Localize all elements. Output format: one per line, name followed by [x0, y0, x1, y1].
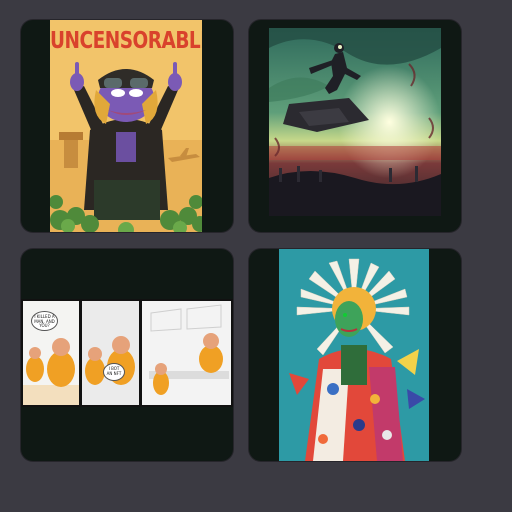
- speech-bubble-1: I KILLED A MAN, AND YOU?: [31, 311, 58, 331]
- nft-card-1[interactable]: UNCENSORABLE: [21, 20, 233, 232]
- flower-head-figure-painting-image: [279, 249, 429, 461]
- poster-title: UNCENSORABLE: [50, 28, 202, 55]
- nft-card-4[interactable]: [249, 249, 461, 461]
- nft-card-2[interactable]: [249, 20, 461, 232]
- surfer-apocalypse-painting-image: [269, 28, 441, 216]
- nft-card-3[interactable]: I KILLED A MAN, AND YOU? I BOT AN NFT: [21, 249, 233, 461]
- prisoner-comic-strip-image: I KILLED A MAN, AND YOU? I BOT AN NFT: [21, 299, 233, 407]
- artwork-grid: UNCENSORABLE I KILLED A MAN, AND YOU? I …: [0, 0, 512, 512]
- speech-bubble-2: I BOT AN NFT: [103, 363, 125, 381]
- pepe-pilot-poster-image: UNCENSORABLE: [50, 20, 202, 232]
